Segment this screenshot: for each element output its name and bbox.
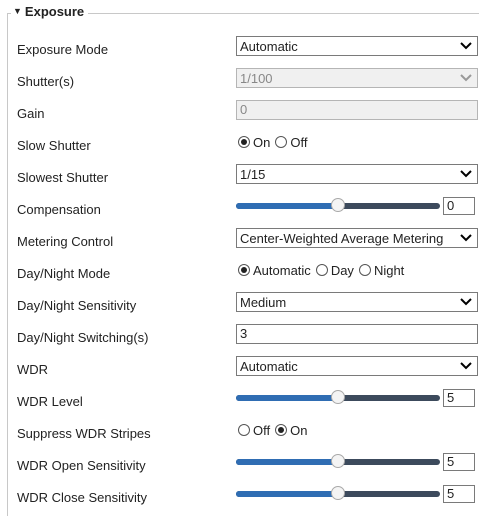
wdr-open-sensitivity-value-input[interactable]: 5 xyxy=(443,453,475,471)
row-slowest-shutter: Slowest Shutter 1/15 xyxy=(0,162,479,194)
exposure-mode-select[interactable]: Automatic xyxy=(236,36,478,56)
gain-label: Gain xyxy=(17,106,45,121)
day-night-night-radio[interactable] xyxy=(358,264,371,276)
suppress-wdr-on-radio[interactable] xyxy=(275,424,288,436)
chevron-down-icon xyxy=(459,71,473,85)
compensation-slider[interactable] xyxy=(236,198,440,212)
wdr-value: Automatic xyxy=(240,358,298,374)
wdr-open-sensitivity-slider-wrap: 5 xyxy=(236,452,475,472)
row-wdr-close-sensitivity: WDR Close Sensitivity 5 xyxy=(0,482,479,514)
wdr-close-sensitivity-slider-wrap: 5 xyxy=(236,484,475,504)
exposure-mode-label: Exposure Mode xyxy=(17,42,109,57)
wdr-level-label: WDR Level xyxy=(17,394,83,409)
row-wdr-open-sensitivity: WDR Open Sensitivity 5 xyxy=(0,450,479,482)
day-night-mode-label: Day/Night Mode xyxy=(17,266,111,281)
slow-shutter-radio-group: On Off xyxy=(236,132,310,152)
slow-shutter-on-radio[interactable] xyxy=(238,136,250,148)
day-night-automatic-radio[interactable] xyxy=(238,264,250,276)
row-day-night-sensitivity: Day/Night Sensitivity Medium xyxy=(0,290,479,322)
section-title: Exposure xyxy=(24,4,85,19)
day-night-sensitivity-label: Day/Night Sensitivity xyxy=(17,298,137,313)
suppress-wdr-off-radio[interactable] xyxy=(238,424,250,436)
suppress-wdr-on-label[interactable]: On xyxy=(290,423,307,438)
day-night-automatic-label[interactable]: Automatic xyxy=(253,263,311,278)
wdr-level-slider[interactable] xyxy=(236,390,440,404)
wdr-open-sensitivity-slider[interactable] xyxy=(236,454,440,468)
slowest-shutter-value: 1/15 xyxy=(240,166,266,182)
day-night-sensitivity-value: Medium xyxy=(240,294,287,310)
shutter-value: 1/100 xyxy=(240,70,273,86)
collapse-triangle-icon[interactable]: ▼ xyxy=(13,6,22,16)
compensation-value-input[interactable]: 0 xyxy=(443,197,475,215)
compensation-slider-wrap: 0 xyxy=(236,196,475,216)
row-gain: Gain 0 xyxy=(0,98,479,130)
day-night-day-label[interactable]: Day xyxy=(331,263,354,278)
suppress-wdr-stripes-radio-group: Off On xyxy=(236,420,310,440)
wdr-label: WDR xyxy=(17,362,49,377)
row-day-night-mode: Day/Night Mode Automatic Day Night xyxy=(0,258,479,290)
slider-fill xyxy=(236,491,338,497)
slider-thumb[interactable] xyxy=(331,486,345,500)
row-metering-control: Metering Control Center-Weighted Average… xyxy=(0,226,479,258)
compensation-label: Compensation xyxy=(17,202,101,217)
wdr-level-slider-wrap: 5 xyxy=(236,388,475,408)
shutter-select: 1/100 xyxy=(236,68,478,88)
chevron-down-icon xyxy=(459,167,473,181)
slow-shutter-off-label[interactable]: Off xyxy=(290,135,307,150)
exposure-section-header[interactable]: ▼ Exposure xyxy=(11,4,89,19)
chevron-down-icon xyxy=(459,359,473,373)
day-night-switching-input[interactable]: 3 xyxy=(236,324,478,344)
slider-thumb[interactable] xyxy=(331,454,345,468)
metering-control-select[interactable]: Center-Weighted Average Metering xyxy=(236,228,478,248)
wdr-open-sensitivity-label: WDR Open Sensitivity xyxy=(17,458,146,473)
wdr-close-sensitivity-value-input[interactable]: 5 xyxy=(443,485,475,503)
chevron-down-icon xyxy=(459,39,473,53)
wdr-level-value-input[interactable]: 5 xyxy=(443,389,475,407)
chevron-down-icon xyxy=(459,231,473,245)
metering-control-label: Metering Control xyxy=(17,234,114,249)
slow-shutter-off-radio[interactable] xyxy=(275,136,288,148)
slowest-shutter-select[interactable]: 1/15 xyxy=(236,164,478,184)
day-night-night-label[interactable]: Night xyxy=(374,263,404,278)
wdr-select[interactable]: Automatic xyxy=(236,356,478,376)
day-night-switching-label: Day/Night Switching(s) xyxy=(17,330,149,345)
slider-fill xyxy=(236,395,338,401)
shutter-label: Shutter(s) xyxy=(17,74,75,89)
wdr-close-sensitivity-label: WDR Close Sensitivity xyxy=(17,490,148,505)
gain-input: 0 xyxy=(236,100,478,120)
metering-control-value: Center-Weighted Average Metering xyxy=(240,230,444,246)
wdr-close-sensitivity-slider[interactable] xyxy=(236,486,440,500)
row-compensation: Compensation 0 xyxy=(0,194,479,226)
slider-thumb[interactable] xyxy=(331,198,345,212)
slider-fill xyxy=(236,203,338,209)
day-night-day-radio[interactable] xyxy=(315,264,328,276)
slow-shutter-on-label[interactable]: On xyxy=(253,135,270,150)
exposure-mode-value: Automatic xyxy=(240,38,298,54)
row-day-night-switching: Day/Night Switching(s) 3 xyxy=(0,322,479,354)
slowest-shutter-label: Slowest Shutter xyxy=(17,170,109,185)
chevron-down-icon xyxy=(459,295,473,309)
suppress-wdr-stripes-label: Suppress WDR Stripes xyxy=(17,426,151,441)
row-wdr: WDR Automatic xyxy=(0,354,479,386)
row-suppress-wdr-stripes: Suppress WDR Stripes Off On xyxy=(0,418,479,450)
row-slow-shutter: Slow Shutter On Off xyxy=(0,130,479,162)
row-wdr-level: WDR Level 5 xyxy=(0,386,479,418)
slider-thumb[interactable] xyxy=(331,390,345,404)
suppress-wdr-off-label[interactable]: Off xyxy=(253,423,270,438)
slow-shutter-label: Slow Shutter xyxy=(17,138,91,153)
row-exposure-mode: Exposure Mode Automatic xyxy=(0,34,479,66)
day-night-mode-radio-group: Automatic Day Night xyxy=(236,260,407,280)
row-shutter: Shutter(s) 1/100 xyxy=(0,66,479,98)
slider-fill xyxy=(236,459,338,465)
day-night-sensitivity-select[interactable]: Medium xyxy=(236,292,478,312)
